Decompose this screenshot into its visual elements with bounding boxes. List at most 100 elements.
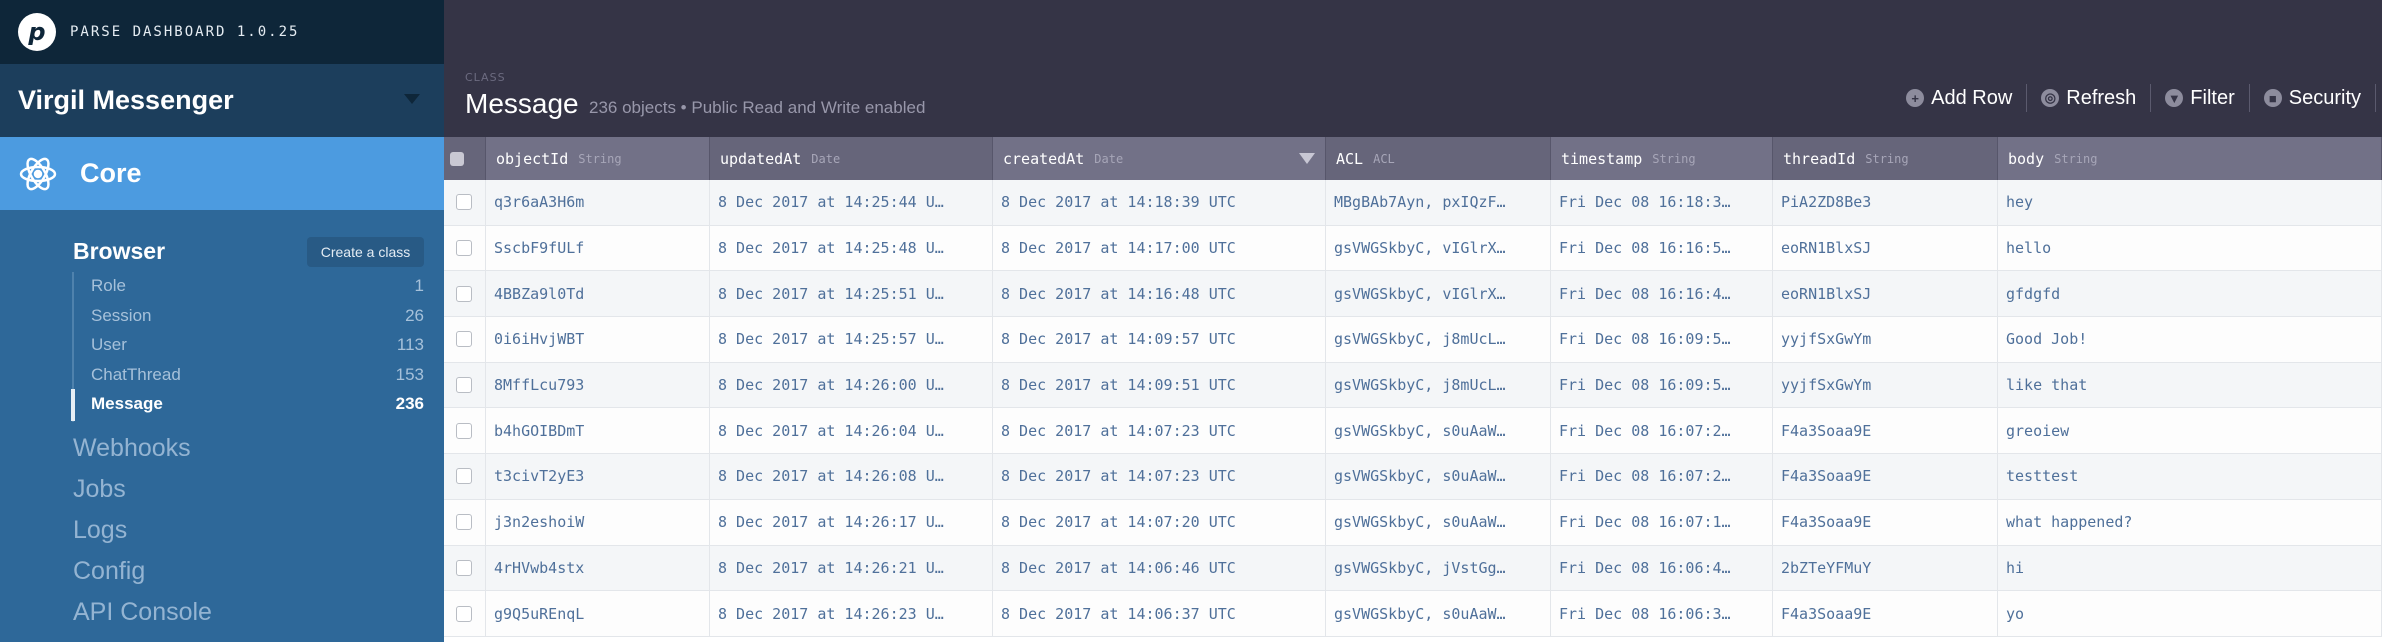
cell-objectid[interactable]: 0i6iHvjWBT [486,317,710,362]
column-header-acl[interactable]: ACL ACL [1326,137,1551,180]
cell-acl[interactable]: gsVWGSkbyC, s0uAaW… [1326,499,1551,545]
cell-threadid[interactable]: F4a3Soaa9E [1773,454,1998,499]
sidebar-class-session[interactable]: Session 26 [91,306,424,326]
cell-timestamp[interactable]: Fri Dec 08 16:18:3… [1551,180,1773,225]
table-row[interactable]: 0i6iHvjWBT 8 Dec 2017 at 14:25:57 U… 8 Dec… [444,317,2382,363]
cell-body[interactable]: hi [1998,545,2382,591]
cell-objectid[interactable]: 4BBZa9l0Td [486,271,710,317]
cell-acl[interactable]: gsVWGSkbyC, s0uAaW… [1326,408,1551,454]
cell-updatedat[interactable]: 8 Dec 2017 at 14:25:48 U… [710,225,993,271]
cell-createdat[interactable]: 8 Dec 2017 at 14:06:46 UTC [993,545,1326,591]
cell-createdat[interactable]: 8 Dec 2017 at 14:09:51 UTC [993,362,1326,408]
cell-objectid[interactable]: b4hGOIBDmT [486,408,710,454]
cell-timestamp[interactable]: Fri Dec 08 16:06:4… [1551,545,1773,591]
row-checkbox[interactable] [456,377,472,394]
table-row[interactable]: g9Q5uREnqL 8 Dec 2017 at 14:26:23 U… 8 Dec… [444,591,2382,637]
security-button[interactable]: ■ Security [2250,84,2376,112]
sidebar-class-message[interactable]: Message 236 [91,394,424,414]
row-checkbox[interactable] [456,468,472,485]
create-class-button[interactable]: Create a class [307,237,424,267]
cell-createdat[interactable]: 8 Dec 2017 at 14:06:37 UTC [993,591,1326,636]
column-header-objectid[interactable]: objectId String [486,137,710,180]
sidebar-section-core[interactable]: Core [0,137,444,210]
column-header-threadid[interactable]: threadId String [1773,137,1998,180]
sidebar-class-user[interactable]: User 113 [91,335,424,355]
cell-objectid[interactable]: q3r6aA3H6m [486,180,710,225]
cell-createdat[interactable]: 8 Dec 2017 at 14:07:23 UTC [993,454,1326,499]
cell-updatedat[interactable]: 8 Dec 2017 at 14:26:23 U… [710,591,993,636]
cell-timestamp[interactable]: Fri Dec 08 16:07:2… [1551,454,1773,499]
cell-acl[interactable]: gsVWGSkbyC, vIGlrX… [1326,271,1551,317]
table-row[interactable]: t3civT2yE3 8 Dec 2017 at 14:26:08 U… 8 Dec… [444,454,2382,500]
cell-objectid[interactable]: 4rHVwb4stx [486,545,710,591]
row-select-cell[interactable] [444,454,486,499]
cell-body[interactable]: testtest [1998,454,2382,499]
table-row[interactable]: SscbF9fULf 8 Dec 2017 at 14:25:48 U… 8 Dec… [444,225,2382,272]
cell-body[interactable]: hello [1998,225,2382,271]
cell-timestamp[interactable]: Fri Dec 08 16:07:2… [1551,408,1773,454]
row-checkbox[interactable] [456,331,472,348]
cell-createdat[interactable]: 8 Dec 2017 at 14:07:23 UTC [993,408,1326,454]
cell-updatedat[interactable]: 8 Dec 2017 at 14:26:04 U… [710,408,993,454]
cell-timestamp[interactable]: Fri Dec 08 16:06:3… [1551,591,1773,636]
cell-acl[interactable]: gsVWGSkbyC, s0uAaW… [1326,454,1551,499]
sidebar-item-api-console[interactable]: API Console [73,598,212,627]
sidebar-item-jobs[interactable]: Jobs [73,475,126,504]
sidebar-class-chatthread[interactable]: ChatThread 153 [91,365,424,385]
row-checkbox[interactable] [456,240,472,257]
sidebar-item-webhooks[interactable]: Webhooks [73,434,191,463]
row-checkbox[interactable] [456,605,472,622]
cell-threadid[interactable]: F4a3Soaa9E [1773,499,1998,545]
select-all-checkbox[interactable] [450,151,464,166]
cell-timestamp[interactable]: Fri Dec 08 16:16:5… [1551,225,1773,271]
cell-threadid[interactable]: eoRN1BlxSJ [1773,271,1998,317]
table-row[interactable]: b4hGOIBDmT 8 Dec 2017 at 14:26:04 U… 8 Dec… [444,408,2382,455]
cell-body[interactable]: yo [1998,591,2382,636]
cell-updatedat[interactable]: 8 Dec 2017 at 14:26:21 U… [710,545,993,591]
cell-threadid[interactable]: yyjfSxGwYm [1773,317,1998,362]
cell-objectid[interactable]: SscbF9fULf [486,225,710,271]
cell-createdat[interactable]: 8 Dec 2017 at 14:17:00 UTC [993,225,1326,271]
app-selector[interactable]: Virgil Messenger [0,64,444,137]
cell-updatedat[interactable]: 8 Dec 2017 at 14:25:44 U… [710,180,993,225]
table-row[interactable]: 8MffLcu793 8 Dec 2017 at 14:26:00 U… 8 Dec… [444,362,2382,409]
cell-timestamp[interactable]: Fri Dec 08 16:09:5… [1551,362,1773,408]
cell-acl[interactable]: gsVWGSkbyC, j8mUcL… [1326,317,1551,362]
cell-body[interactable]: greoiew [1998,408,2382,454]
cell-timestamp[interactable]: Fri Dec 08 16:07:1… [1551,499,1773,545]
cell-createdat[interactable]: 8 Dec 2017 at 14:16:48 UTC [993,271,1326,317]
cell-updatedat[interactable]: 8 Dec 2017 at 14:25:51 U… [710,271,993,317]
cell-body[interactable]: Good Job! [1998,317,2382,362]
select-all-cell[interactable] [444,137,486,180]
row-select-cell[interactable] [444,499,486,545]
row-checkbox[interactable] [456,422,472,439]
cell-body[interactable]: like that [1998,362,2382,408]
filter-button[interactable]: ▼ Filter [2151,84,2250,112]
cell-timestamp[interactable]: Fri Dec 08 16:16:4… [1551,271,1773,317]
row-select-cell[interactable] [444,180,486,225]
cell-threadid[interactable]: 2bZTeYFMuY [1773,545,1998,591]
cell-threadid[interactable]: PiA2ZD8Be3 [1773,180,1998,225]
row-checkbox[interactable] [456,194,472,211]
cell-updatedat[interactable]: 8 Dec 2017 at 14:25:57 U… [710,317,993,362]
table-row[interactable]: j3n2eshoiW 8 Dec 2017 at 14:26:17 U… 8 Dec… [444,499,2382,546]
cell-acl[interactable]: gsVWGSkbyC, j8mUcL… [1326,362,1551,408]
cell-updatedat[interactable]: 8 Dec 2017 at 14:26:08 U… [710,454,993,499]
cell-objectid[interactable]: 8MffLcu793 [486,362,710,408]
sidebar-item-logs[interactable]: Logs [73,516,127,545]
cell-body[interactable]: what happened? [1998,499,2382,545]
row-checkbox[interactable] [456,559,472,576]
column-header-body[interactable]: body String [1998,137,2382,180]
cell-objectid[interactable]: j3n2eshoiW [486,499,710,545]
cell-objectid[interactable]: t3civT2yE3 [486,454,710,499]
cell-createdat[interactable]: 8 Dec 2017 at 14:09:57 UTC [993,317,1326,362]
cell-threadid[interactable]: F4a3Soaa9E [1773,591,1998,636]
column-header-timestamp[interactable]: timestamp String [1551,137,1773,180]
row-select-cell[interactable] [444,225,486,271]
cell-createdat[interactable]: 8 Dec 2017 at 14:18:39 UTC [993,180,1326,225]
cell-acl[interactable]: MBgBAb7Ayn, pxIQzF… [1326,180,1551,225]
sort-descending-icon[interactable] [1299,153,1315,164]
row-checkbox[interactable] [456,285,472,302]
table-row[interactable]: 4rHVwb4stx 8 Dec 2017 at 14:26:21 U… 8 Dec… [444,545,2382,592]
column-header-updatedat[interactable]: updatedAt Date [710,137,993,180]
